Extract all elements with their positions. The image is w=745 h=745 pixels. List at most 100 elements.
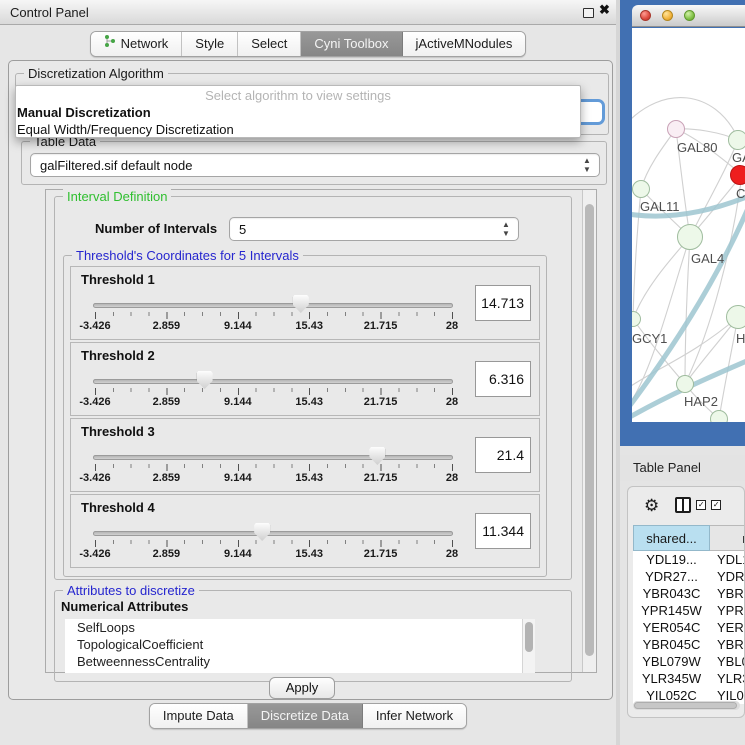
algorithm-popup-hint: Select algorithm to view settings: [16, 86, 580, 104]
threshold-slider-track[interactable]: [93, 455, 453, 460]
network-window-titlebar[interactable]: [632, 5, 745, 27]
scale-tick-label: 21.715: [364, 548, 398, 560]
threshold-panel: Threshold 4-3.4262.8599.14415.4321.71528…: [70, 494, 540, 568]
table-row[interactable]: YBR045CYBR0: [633, 636, 744, 653]
threshold-slider-thumb[interactable]: [197, 371, 213, 389]
list-item[interactable]: SelfLoops: [65, 619, 535, 636]
cell-shared-name: YBR043C: [633, 585, 710, 602]
cell-shared-name: YDR27...: [633, 568, 710, 585]
threshold-value-field[interactable]: 21.4: [475, 437, 531, 473]
number-of-intervals-combobox[interactable]: 5 ▲▼: [229, 217, 519, 241]
node-label: GAL4: [691, 251, 724, 266]
control-panel-title: Control Panel: [10, 5, 89, 20]
stepper-arrows-icon: ▲▼: [501, 220, 511, 238]
close-traffic-light-icon[interactable]: [640, 10, 651, 21]
node-right-mid[interactable]: [726, 305, 745, 329]
tab-label: Select: [251, 32, 287, 56]
scale-tick-label: 28: [446, 320, 458, 332]
list-item[interactable]: TopologicalCoefficient: [65, 636, 535, 653]
threshold-slider-track[interactable]: [93, 303, 453, 308]
scale-tick-label: 9.144: [224, 396, 252, 408]
cell-name: YER0: [710, 619, 744, 636]
interval-definition-group-title: Interval Definition: [63, 189, 171, 204]
node-label: C: [736, 186, 745, 201]
control-panel-window: Control Panel ✖ NetworkStyle Select Cyni T…: [0, 0, 616, 745]
number-of-intervals-value: 5: [239, 222, 246, 237]
threshold-label: Threshold 2: [81, 348, 155, 363]
list-item[interactable]: BetweennessCentrality: [65, 653, 535, 670]
tab-discretize-data[interactable]: Discretize Data: [248, 704, 363, 728]
tab-network[interactable]: Network: [91, 32, 183, 56]
settings-vertical-scrollbar[interactable]: [582, 190, 596, 672]
column-header-shared-name[interactable]: shared...: [633, 525, 710, 551]
scale-tick-label: 2.859: [153, 548, 181, 560]
network-icon: [104, 32, 116, 56]
zoom-traffic-light-icon[interactable]: [684, 10, 695, 21]
node-top-right[interactable]: [728, 130, 745, 150]
threshold-value-field[interactable]: 11.344: [475, 513, 531, 549]
slider-scale-labels: -3.4262.8599.14415.4321.71528: [95, 320, 452, 334]
table-horizontal-scrollbar[interactable]: [633, 701, 740, 710]
attributes-list-scrollbar-thumb[interactable]: [525, 622, 533, 652]
tab-style[interactable]: Style: [182, 32, 238, 56]
node-label: H: [736, 331, 745, 346]
threshold-slider-thumb[interactable]: [293, 295, 309, 313]
table-row[interactable]: YPR145WYPR1: [633, 602, 744, 619]
node-bottom[interactable]: [710, 410, 728, 422]
float-window-icon[interactable]: [583, 8, 594, 18]
network-canvas[interactable]: GAL80GACGAL11GAL4GCY1HHAP2: [632, 28, 745, 422]
attributes-list-scrollbar[interactable]: [522, 619, 535, 673]
settings-vertical-scrollbar-thumb[interactable]: [585, 204, 594, 656]
table-horizontal-scrollbar-thumb[interactable]: [634, 702, 737, 709]
tab-impute-data[interactable]: Impute Data: [150, 704, 248, 728]
node-hap2[interactable]: [676, 375, 694, 393]
tab-jactivemnodules[interactable]: jActiveMNodules: [403, 32, 526, 56]
threshold-value-field[interactable]: 6.316: [475, 361, 531, 397]
split-columns-icon[interactable]: [675, 497, 691, 513]
threshold-slider-thumb[interactable]: [254, 523, 270, 541]
scale-tick-label: -3.426: [79, 320, 110, 332]
table-data-combobox-value: galFiltered.sif default node: [40, 158, 192, 173]
cell-shared-name: YBL079W: [633, 653, 710, 670]
node-selected[interactable]: [730, 165, 745, 185]
table-row[interactable]: YLR345WYLR3: [633, 670, 744, 687]
table-data-combobox[interactable]: galFiltered.sif default node ▲▼: [30, 153, 600, 177]
table-row[interactable]: YDL19...YDL1: [633, 551, 744, 568]
threshold-slider-track[interactable]: [93, 379, 453, 384]
cell-name: YDR2: [710, 568, 744, 585]
node-gal80[interactable]: [667, 120, 685, 138]
gear-icon[interactable]: ⚙: [644, 497, 659, 514]
algorithm-option-equal-width-frequency-discretization[interactable]: Equal Width/Frequency Discretization: [16, 121, 580, 138]
threshold-slider-track[interactable]: [93, 531, 453, 536]
table-row[interactable]: YBR043CYBR0: [633, 585, 744, 602]
node-label: GAL11: [640, 199, 680, 214]
scale-tick-label: -3.426: [79, 472, 110, 484]
algorithm-option-manual-discretization[interactable]: Manual Discretization: [16, 104, 580, 121]
tab-infer-network[interactable]: Infer Network: [363, 704, 466, 728]
close-icon[interactable]: ✖: [599, 2, 610, 18]
threshold-label: Threshold 1: [81, 272, 155, 287]
apply-button[interactable]: Apply: [269, 677, 335, 699]
table-row[interactable]: YBL079WYBL0: [633, 653, 744, 670]
cell-name: YPR1: [710, 602, 744, 619]
scale-tick-label: 2.859: [153, 396, 181, 408]
node-hub[interactable]: [677, 224, 703, 250]
checkbox-icon[interactable]: ✓: [711, 500, 721, 510]
scale-tick-label: 9.144: [224, 472, 252, 484]
number-of-intervals-label: Number of Intervals: [95, 221, 217, 236]
table-row[interactable]: YER054CYER0: [633, 619, 744, 636]
scale-tick-label: 15.43: [295, 548, 323, 560]
column-header-name[interactable]: na: [710, 525, 745, 551]
numerical-attributes-list[interactable]: SelfLoopsTopologicalCoefficientBetweenne…: [65, 619, 535, 673]
threshold-value-field[interactable]: 14.713: [475, 285, 531, 321]
algorithm-popup-options: Manual DiscretizationEqual Width/Frequen…: [16, 104, 580, 138]
node-gal11[interactable]: [632, 180, 650, 198]
checkbox-icon[interactable]: ✓: [696, 500, 706, 510]
threshold-slider-thumb[interactable]: [369, 447, 385, 465]
cell-shared-name: YPR145W: [633, 602, 710, 619]
tab-select[interactable]: Select: [238, 32, 301, 56]
table-row[interactable]: YDR27...YDR2: [633, 568, 744, 585]
minimize-traffic-light-icon[interactable]: [662, 10, 673, 21]
tab-cyni-toolbox[interactable]: Cyni Toolbox: [301, 32, 402, 56]
interval-definition-group: Interval Definition Number of Intervals …: [54, 196, 572, 580]
